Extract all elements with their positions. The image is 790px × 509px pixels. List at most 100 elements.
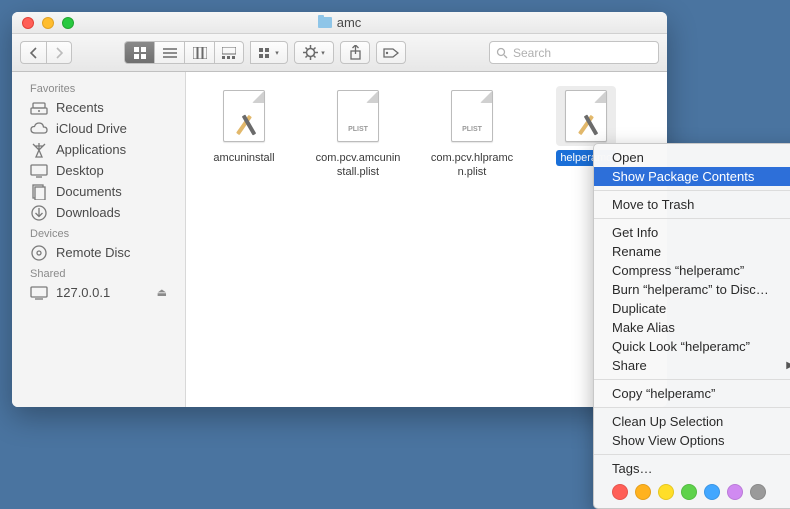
finder-window: amc ▾ ▾ Search Favorites Recents iCloud Dr… (12, 12, 667, 407)
folder-icon (318, 17, 332, 28)
menu-item-label: Show Package Contents (612, 169, 754, 184)
menu-item-label: Get Info (612, 225, 658, 240)
sidebar-item-label: Recents (56, 100, 104, 115)
sidebar-item-disc[interactable]: Remote Disc (12, 242, 185, 263)
search-field[interactable]: Search (489, 41, 659, 64)
menu-item[interactable]: Show Package Contents (594, 167, 790, 186)
icloud-icon (30, 122, 48, 136)
menu-item[interactable]: Open (594, 148, 790, 167)
eject-icon[interactable]: ⏏ (157, 286, 167, 299)
plist-file-icon: PLIST (328, 86, 388, 146)
menu-item[interactable]: Get Info (594, 223, 790, 242)
list-view-button[interactable] (154, 41, 184, 64)
action-button[interactable]: ▾ (294, 41, 334, 64)
sidebar-header: Devices (12, 223, 185, 242)
menu-item-label: Clean Up Selection (612, 414, 723, 429)
menu-item-label: Share (612, 358, 647, 373)
nav-buttons (20, 41, 72, 64)
menu-item[interactable]: Make Alias (594, 318, 790, 337)
tags-button[interactable] (376, 41, 406, 64)
menu-item[interactable]: Copy “helperamc” (594, 384, 790, 403)
menu-item[interactable]: Show View Options (594, 431, 790, 450)
sidebar-item-label: Applications (56, 142, 126, 157)
menu-separator (594, 218, 790, 219)
menu-item-label: Make Alias (612, 320, 675, 335)
sidebar-header: Favorites (12, 78, 185, 97)
menu-item[interactable]: Tags… (594, 459, 790, 478)
documents-icon (30, 185, 48, 199)
menu-item-label: Quick Look “helperamc” (612, 339, 750, 354)
menu-item[interactable]: Move to Trash (594, 195, 790, 214)
search-icon (496, 47, 508, 59)
sidebar-item-label: 127.0.0.1 (56, 285, 110, 300)
sidebar-item-icloud[interactable]: iCloud Drive (12, 118, 185, 139)
gallery-view-button[interactable] (214, 41, 244, 64)
titlebar[interactable]: amc (12, 12, 667, 34)
sidebar-item-desktop[interactable]: Desktop (12, 160, 185, 181)
tag-color[interactable] (658, 484, 674, 500)
sidebar-header: Shared (12, 263, 185, 282)
sidebar-item-label: Downloads (56, 205, 120, 220)
window-controls (12, 17, 74, 29)
arrange-button[interactable]: ▾ (250, 41, 288, 64)
share-button[interactable] (340, 41, 370, 64)
file-item[interactable]: PLISTcom.pcv.amcuninstall.plist (310, 86, 406, 181)
sidebar: Favorites Recents iCloud Drive Applications… (12, 72, 186, 407)
menu-item[interactable]: Duplicate (594, 299, 790, 318)
sidebar-item-recents[interactable]: Recents (12, 97, 185, 118)
tags-row (594, 478, 790, 504)
menu-item[interactable]: Quick Look “helperamc” (594, 337, 790, 356)
icon-view-button[interactable] (124, 41, 154, 64)
sidebar-item-applications[interactable]: Applications (12, 139, 185, 160)
zoom-button[interactable] (62, 17, 74, 29)
context-menu: Open Show Package Contents Move to Trash Ge… (593, 143, 790, 509)
desktop-icon (30, 164, 48, 178)
menu-item[interactable]: Share ▶ (594, 356, 790, 375)
window-title: amc (12, 15, 667, 30)
menu-item-label: Rename (612, 244, 661, 259)
disc-icon (30, 246, 48, 260)
menu-item-label: Show View Options (612, 433, 725, 448)
menu-item-label: Tags… (612, 461, 652, 476)
tag-color[interactable] (727, 484, 743, 500)
submenu-arrow-icon: ▶ (786, 360, 790, 371)
toolbar: ▾ ▾ Search (12, 34, 667, 72)
tag-color[interactable] (750, 484, 766, 500)
menu-item[interactable]: Burn “helperamc” to Disc… (594, 280, 790, 299)
menu-separator (594, 407, 790, 408)
menu-item[interactable]: Compress “helperamc” (594, 261, 790, 280)
sidebar-item-network[interactable]: 127.0.0.1 ⏏ (12, 282, 185, 303)
arrange-group: ▾ (250, 41, 288, 64)
forward-button[interactable] (46, 41, 72, 64)
menu-item-label: Move to Trash (612, 197, 694, 212)
app-file-icon (214, 86, 274, 146)
close-button[interactable] (22, 17, 34, 29)
recents-icon (30, 101, 48, 115)
tag-color[interactable] (635, 484, 651, 500)
search-placeholder: Search (513, 46, 551, 60)
sidebar-item-label: Remote Disc (56, 245, 130, 260)
back-button[interactable] (20, 41, 46, 64)
plist-file-icon: PLIST (442, 86, 502, 146)
applications-icon (30, 143, 48, 157)
downloads-icon (30, 206, 48, 220)
file-item[interactable]: amcuninstall (196, 86, 292, 166)
menu-item[interactable]: Clean Up Selection (594, 412, 790, 431)
main-area: Favorites Recents iCloud Drive Applications… (12, 72, 667, 407)
sidebar-item-label: iCloud Drive (56, 121, 127, 136)
tag-color[interactable] (681, 484, 697, 500)
sidebar-item-label: Desktop (56, 163, 104, 178)
column-view-button[interactable] (184, 41, 214, 64)
minimize-button[interactable] (42, 17, 54, 29)
file-item[interactable]: PLISTcom.pcv.hlpramcn.plist (424, 86, 520, 181)
sidebar-item-downloads[interactable]: Downloads (12, 202, 185, 223)
menu-item-label: Copy “helperamc” (612, 386, 715, 401)
menu-item[interactable]: Rename (594, 242, 790, 261)
menu-item-label: Compress “helperamc” (612, 263, 744, 278)
sidebar-item-documents[interactable]: Documents (12, 181, 185, 202)
tag-color[interactable] (704, 484, 720, 500)
menu-separator (594, 454, 790, 455)
menu-separator (594, 190, 790, 191)
app-file-icon (556, 86, 616, 146)
tag-color[interactable] (612, 484, 628, 500)
